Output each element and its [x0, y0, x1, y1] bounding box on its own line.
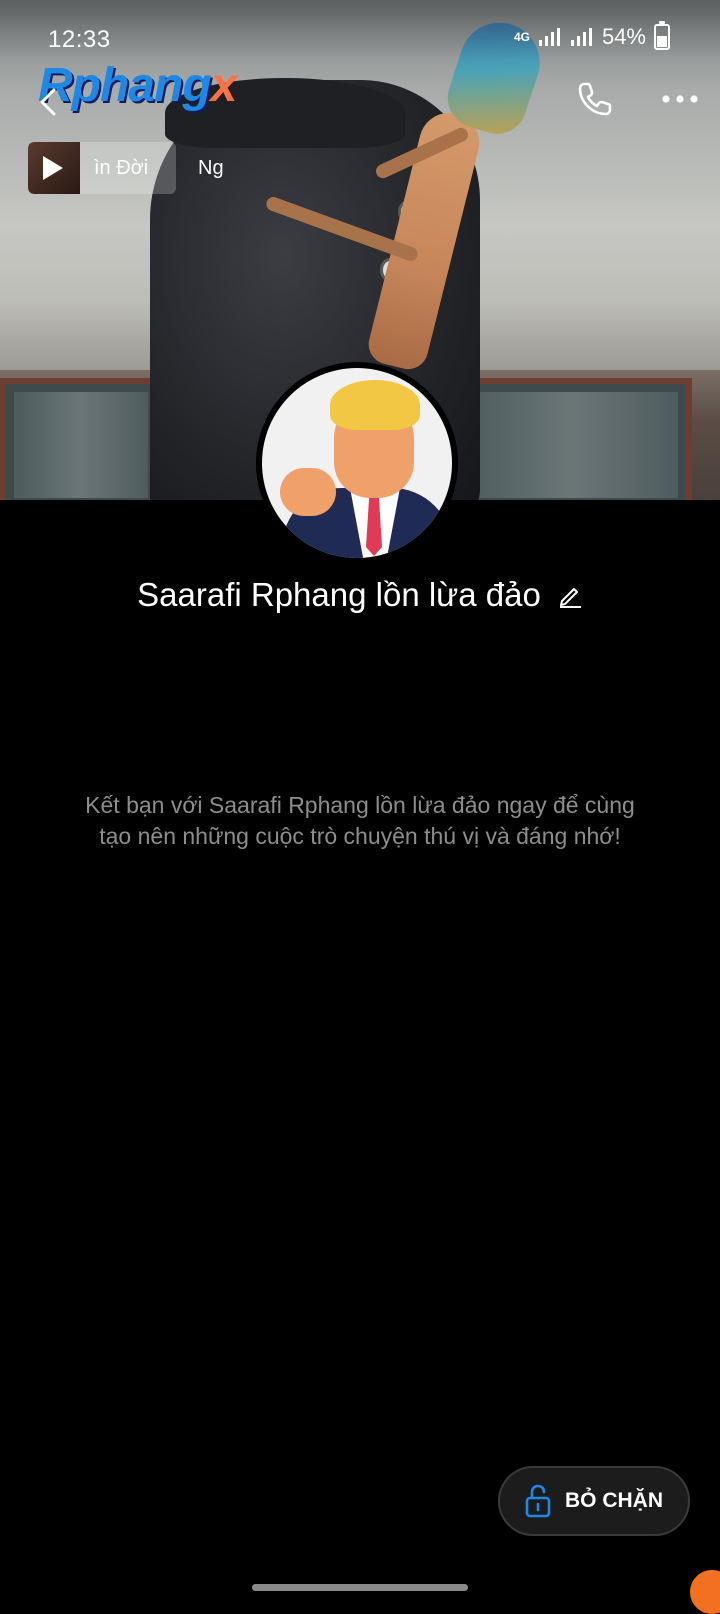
cover-window-left — [0, 378, 162, 500]
unlock-icon — [525, 1484, 551, 1518]
music-next-title[interactable]: Ng — [198, 157, 224, 180]
unblock-button[interactable]: BỎ CHẶN — [498, 1466, 690, 1536]
signal-strength-icon — [538, 28, 560, 46]
profile-name-row: Saarafi Rphang lồn lừa đảo — [0, 570, 720, 620]
signal-strength-icon — [570, 28, 592, 46]
status-time: 12:33 — [48, 26, 111, 53]
phone-icon[interactable] — [574, 76, 618, 120]
battery-icon — [654, 21, 670, 50]
avatar-hair — [330, 380, 420, 430]
play-icon[interactable] — [43, 156, 63, 180]
watermark-suffix-text: x — [210, 59, 238, 112]
profile-name: Saarafi Rphang lồn lừa đảo — [137, 576, 541, 613]
avatar-image — [262, 368, 452, 558]
status-bar: 12:33 4G 54% — [0, 21, 720, 58]
edit-pencil-icon[interactable] — [557, 582, 583, 608]
back-arrow-icon[interactable] — [32, 84, 68, 120]
music-chip[interactable]: ìn Đời — [28, 142, 176, 194]
cover-window-right — [450, 378, 692, 500]
network-type-label: 4G — [513, 30, 530, 44]
music-title: ìn Đời — [94, 156, 149, 179]
avatar-fist — [280, 468, 336, 516]
more-options-icon[interactable] — [660, 86, 700, 112]
profile-music-strip[interactable]: ìn Đời Ng — [28, 142, 224, 194]
status-indicators: 4G 54% — [513, 21, 670, 50]
add-friend-message: Kết bạn với Saarafi Rphang lồn lừa đảo n… — [85, 792, 635, 849]
music-thumbnail — [28, 142, 80, 194]
avatar[interactable] — [256, 362, 458, 564]
unblock-label: BỎ CHẶN — [565, 1489, 663, 1512]
home-indicator[interactable] — [252, 1584, 468, 1591]
battery-percent: 54% — [601, 24, 646, 49]
floating-assist-icon[interactable] — [690, 1570, 720, 1614]
